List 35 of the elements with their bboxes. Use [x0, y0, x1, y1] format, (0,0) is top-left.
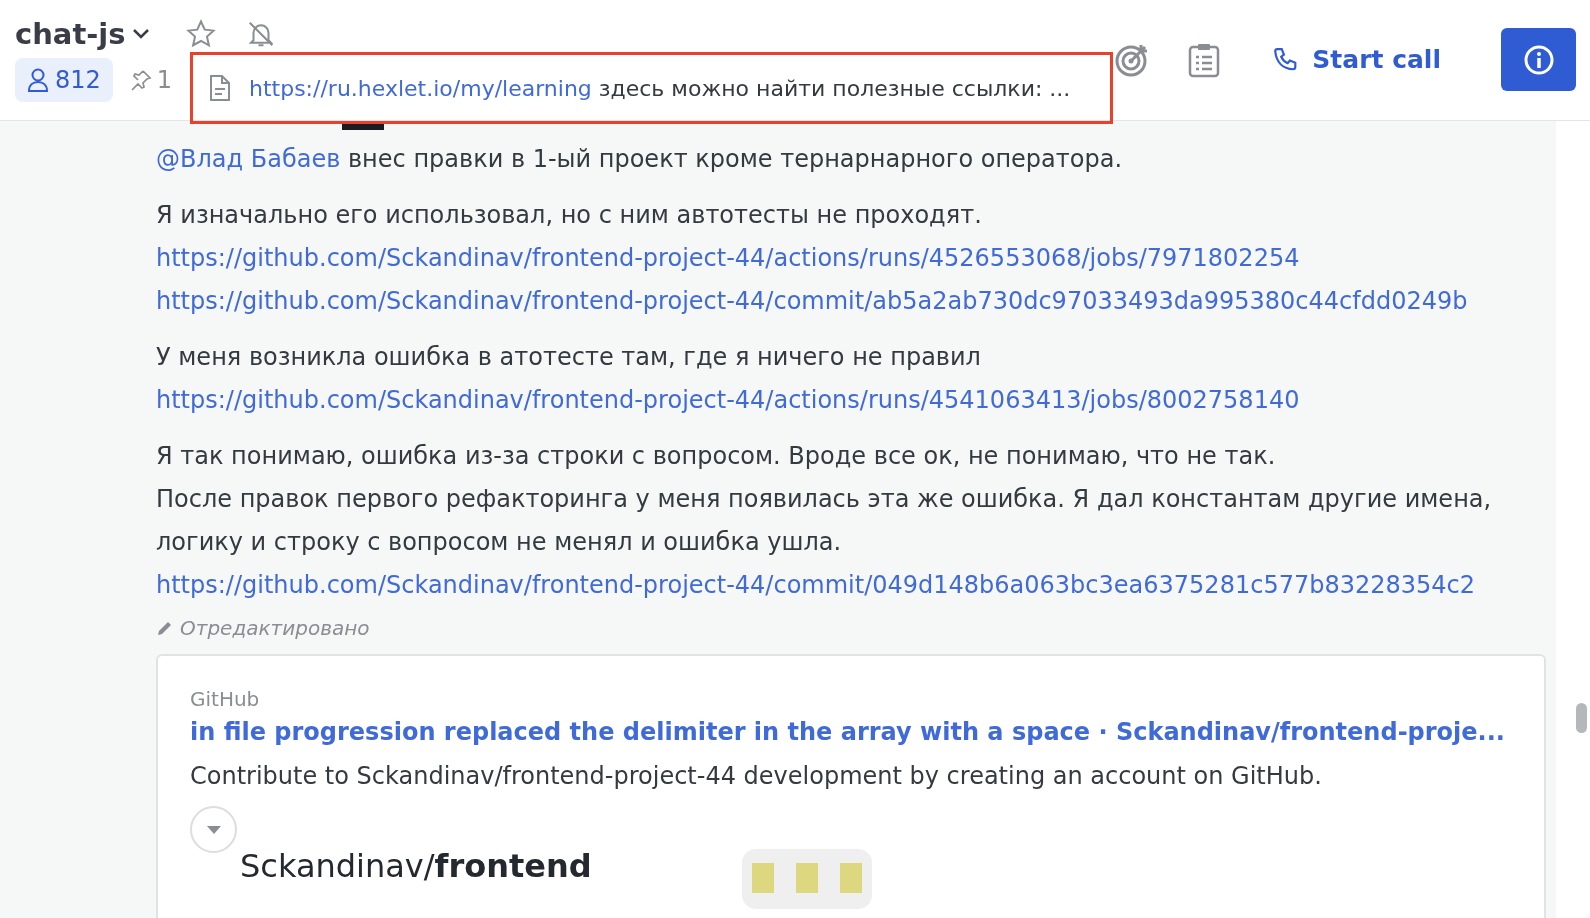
- preview-description: Contribute to Sckandinav/frontend-project-44 development by creating an account on GitHub.: [190, 761, 1323, 792]
- star-icon[interactable]: [185, 19, 216, 49]
- phone-icon: [1272, 46, 1299, 73]
- members-button[interactable]: 812: [15, 58, 113, 102]
- message-link[interactable]: https://github.com/Sckandinav/frontend-project-44/commit/ab5a2ab730dc97033493da995380c44cfdd0249b: [156, 287, 1468, 315]
- document-icon: [209, 74, 231, 102]
- message-text: У меня возникла ошибка в атотесте там, где я ничего не правил: [156, 343, 981, 371]
- preview-image-title: Sckandinav/frontend: [240, 847, 592, 885]
- chat-title: chat-js: [15, 16, 126, 53]
- scrollbar-thumb[interactable]: [1576, 703, 1587, 733]
- message-link[interactable]: https://github.com/Sckandinav/frontend-project-44/actions/runs/4541063413/jobs/8002758140: [156, 386, 1300, 414]
- chevron-down-icon[interactable]: [131, 28, 150, 40]
- pencil-icon: [156, 619, 174, 637]
- message-link[interactable]: https://github.com/Sckandinav/frontend-project-44/commit/049d148b6a063bc3ea6375281c577b83228354c2: [156, 571, 1476, 599]
- message-text: Я так понимаю, ошибка из-за строки с вопросом. Вроде все ок, не понимаю, что не так.: [156, 442, 1276, 470]
- message-text: логику и строку с вопросом не менял и ошибка ушла.: [156, 528, 842, 556]
- message-text: внес правки в 1-ый проект кроме тернарнарного оператора.: [346, 145, 1122, 173]
- message-text: После правок первого рефакторинга у меня появилась эта же ошибка. Я дал константам другие имена,: [156, 485, 1492, 513]
- info-button[interactable]: [1501, 28, 1576, 91]
- clipboard-icon[interactable]: [1188, 41, 1221, 78]
- preview-title-link[interactable]: in file progression replaced the delimiter in the array with a space · Sckandinav/frontend-proje...: [190, 714, 1505, 750]
- preview-site: GitHub: [190, 686, 261, 713]
- pinned-message-text: https://ru.hexlet.io/my/learning здесь можно найти полезные ссылки: ...: [249, 74, 1071, 103]
- user-mention[interactable]: @Влад Бабаев: [156, 145, 341, 173]
- message-text: Я изначально его использовал, но с ним автотесты не проходят.: [156, 201, 982, 229]
- expand-button[interactable]: [190, 806, 237, 853]
- info-icon: [1522, 43, 1555, 76]
- start-call-button[interactable]: Start call: [1258, 40, 1455, 79]
- pinned-message-bar[interactable]: https://ru.hexlet.io/my/learning здесь можно найти полезные ссылки: ...: [190, 52, 1113, 124]
- pinned-button[interactable]: 1: [128, 62, 173, 98]
- pinned-link[interactable]: https://ru.hexlet.io/my/learning: [249, 75, 592, 101]
- edited-label: Отредактировано: [156, 613, 370, 643]
- person-icon: [27, 68, 49, 92]
- caret-icon: [205, 824, 222, 835]
- message-link[interactable]: https://github.com/Sckandinav/frontend-project-44/actions/runs/4526553068/jobs/7971802254: [156, 244, 1300, 272]
